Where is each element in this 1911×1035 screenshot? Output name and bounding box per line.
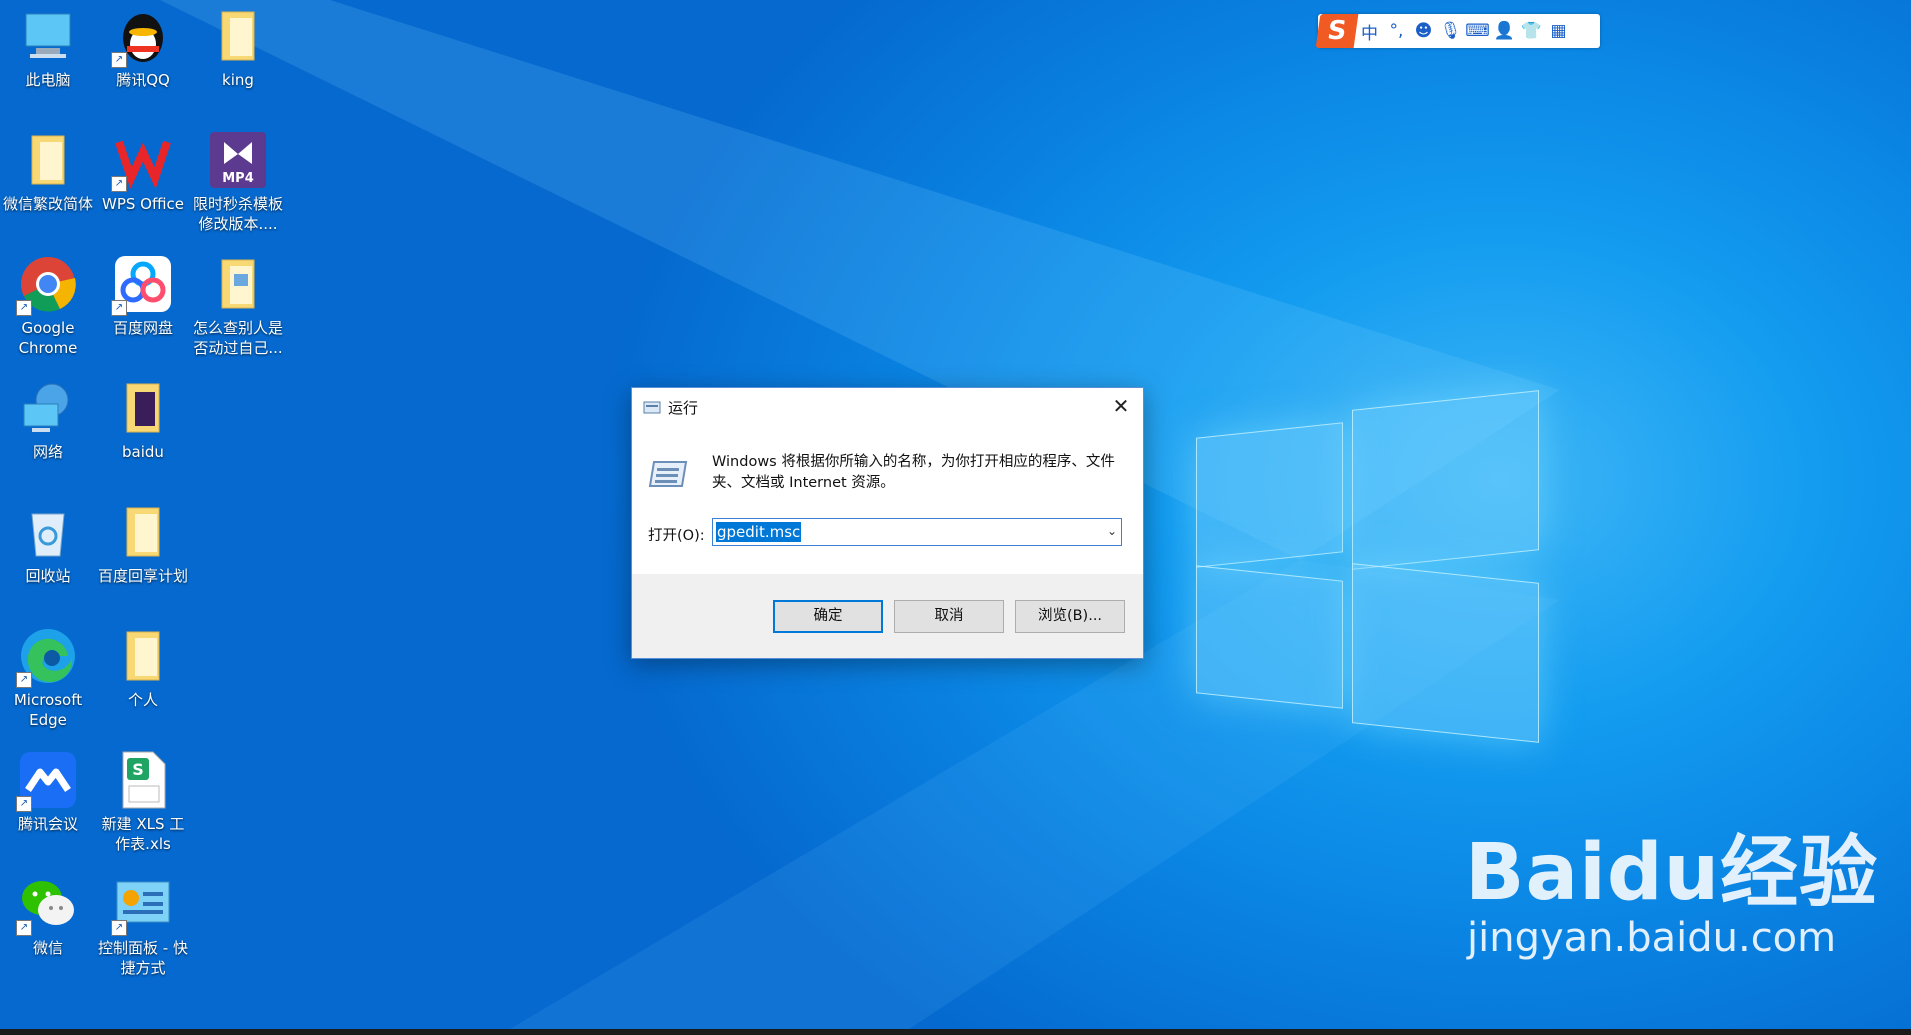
run-dialog-titlebar[interactable]: 运行 (632, 388, 1143, 426)
desktop-icon-wps[interactable]: ↗ WPS Office (95, 124, 191, 246)
mp4-icon: MP4 (210, 132, 266, 188)
desktop-icon-edge[interactable]: ↗ Microsoft Edge (0, 620, 96, 742)
watermark-url: jingyan.baidu.com (1467, 915, 1837, 961)
desktop-icon-label: 控制面板 - 快捷方式 (98, 939, 188, 977)
svg-text:MP4: MP4 (222, 171, 254, 186)
baidu-jingyan-watermark: Baidu经验 jingyan.baidu.com (1465, 830, 1878, 960)
browse-button[interactable]: 浏览(B)... (1015, 600, 1125, 633)
computer-icon (25, 13, 71, 58)
desktop-icon-label: 个人 (127, 691, 158, 709)
sogou-logo-icon[interactable]: S (1315, 14, 1359, 48)
xls-icon: S (122, 751, 166, 809)
windows-logo-pane-tr (1352, 390, 1539, 570)
shortcut-arrow-icon: ↗ (16, 796, 32, 812)
desktop-icon-label: 新建 XLS 工作表.xls (101, 815, 185, 853)
desktop-icon-this-pc[interactable]: 此电脑 (0, 0, 96, 122)
close-icon[interactable]: ✕ (1099, 388, 1143, 424)
desktop-icon-king[interactable]: king (190, 0, 286, 122)
desktop-icon-label: baidu (122, 443, 164, 461)
run-app-icon (643, 401, 661, 414)
desktop-icon-label: king (222, 71, 254, 89)
run-large-icon (648, 461, 688, 487)
desktop-icon-baidu-netdisk[interactable]: ↗ 百度网盘 (95, 248, 191, 370)
run-dialog-description: Windows 将根据你所输入的名称，为你打开相应的程序、文件夹、文档或 Int… (712, 454, 1115, 491)
desktop-icon-tencent-meeting[interactable]: ↗ 腾讯会议 (0, 744, 96, 866)
desktop-icon-label: 腾讯QQ (116, 71, 170, 89)
open-input-selected-text[interactable]: gpedit.msc (716, 522, 802, 542)
skin-shirt-icon[interactable]: 👕 (1518, 21, 1545, 41)
folder-icon (221, 259, 255, 309)
ime-mode-toggle[interactable]: 中 (1356, 19, 1383, 44)
ok-button[interactable]: 确定 (773, 600, 883, 633)
folder-icon (126, 631, 160, 681)
desktop-icon-personal[interactable]: 个人 (95, 620, 191, 742)
desktop-icon-mp4[interactable]: MP4 限时秒杀模板修改版本.... (190, 124, 286, 246)
desktop-icon-label: 限时秒杀模板修改版本.... (192, 195, 283, 233)
windows-logo-pane-br (1352, 563, 1539, 743)
desktop-icon-label: WPS Office (102, 195, 184, 213)
shortcut-arrow-icon: ↗ (111, 300, 127, 316)
desktop-icon-label: 回收站 (25, 567, 71, 585)
desktop-icon-qq[interactable]: ↗ 腾讯QQ (95, 0, 191, 122)
windows-logo-pane-tl (1196, 422, 1343, 568)
shortcut-arrow-icon: ↗ (16, 672, 32, 688)
desktop-icon-label: 百度回享计划 (97, 567, 188, 585)
desktop-icon-label: Google Chrome (18, 319, 78, 357)
open-combobox[interactable]: gpedit.msc ⌄ (712, 518, 1122, 546)
toolbox-grid-icon[interactable]: ▦ (1545, 21, 1572, 41)
network-icon (23, 383, 69, 432)
desktop-icon-recycle-bin[interactable]: 回收站 (0, 496, 96, 618)
taskbar-edge (0, 1029, 1911, 1035)
folder-icon (31, 135, 65, 185)
desktop-icon-control-panel[interactable]: ↗ 控制面板 - 快捷方式 (95, 868, 191, 990)
folder-icon (221, 11, 255, 61)
desktop-icon-baidu[interactable]: baidu (95, 372, 191, 494)
shortcut-arrow-icon: ↗ (16, 300, 32, 316)
desktop-icon-wechat[interactable]: ↗ 微信 (0, 868, 96, 990)
desktop-icon-label: Microsoft Edge (13, 691, 83, 729)
shortcut-arrow-icon: ↗ (16, 920, 32, 936)
desktop-icon-label: 此电脑 (25, 71, 71, 89)
open-label: 打开(O): (648, 528, 705, 544)
run-dialog: 运行 ✕ Windows 将根据你所输入的名称，为你打开相应的程序、文件夹、文档… (631, 387, 1144, 659)
shortcut-arrow-icon: ↗ (111, 176, 127, 192)
desktop-icon-label: 百度网盘 (112, 319, 173, 337)
desktop-icon-folder-how[interactable]: 怎么查别人是否动过自己... (190, 248, 286, 370)
desktop-icon-label: 微信繁改简体 (2, 195, 93, 213)
keyboard-icon[interactable]: ⌨ (1464, 21, 1491, 41)
microphone-icon[interactable]: 🎙 (1437, 21, 1464, 41)
shortcut-arrow-icon: ↗ (111, 920, 127, 936)
recycle-bin-icon (31, 513, 65, 557)
svg-text:S: S (132, 760, 144, 779)
desktop-icon-wechat-folder[interactable]: 微信繁改简体 (0, 124, 96, 246)
desktop-icon-label: 腾讯会议 (17, 815, 78, 833)
folder-icon (126, 383, 160, 433)
run-dialog-title: 运行 (668, 398, 699, 417)
desktop-icon-network[interactable]: 网络 (0, 372, 96, 494)
desktop-icon-label: 怎么查别人是否动过自己... (192, 319, 283, 357)
watermark-brand: Baidu经验 (1465, 828, 1879, 918)
desktop-icon-chrome[interactable]: ↗ Google Chrome (0, 248, 96, 370)
user-icon[interactable]: 👤 (1491, 21, 1518, 41)
shortcut-arrow-icon: ↗ (111, 52, 127, 68)
chevron-down-icon[interactable]: ⌄ (1107, 524, 1117, 538)
ime-toolbar[interactable]: S 中 °, ☻ 🎙 ⌨ 👤 👕 ▦ (1315, 14, 1600, 48)
emoji-icon[interactable]: ☻ (1410, 21, 1437, 41)
desktop-icon-label: 微信 (32, 939, 63, 957)
desktop-icon-xls[interactable]: S 新建 XLS 工作表.xls (95, 744, 191, 866)
cancel-button[interactable]: 取消 (894, 600, 1004, 633)
desktop-icon-label: 网络 (32, 443, 63, 461)
ime-punct-toggle[interactable]: °, (1383, 21, 1410, 41)
windows-logo-pane-bl (1196, 565, 1343, 709)
desktop-icon-baidu-plan[interactable]: 百度回享计划 (95, 496, 191, 618)
folder-icon (126, 507, 160, 557)
